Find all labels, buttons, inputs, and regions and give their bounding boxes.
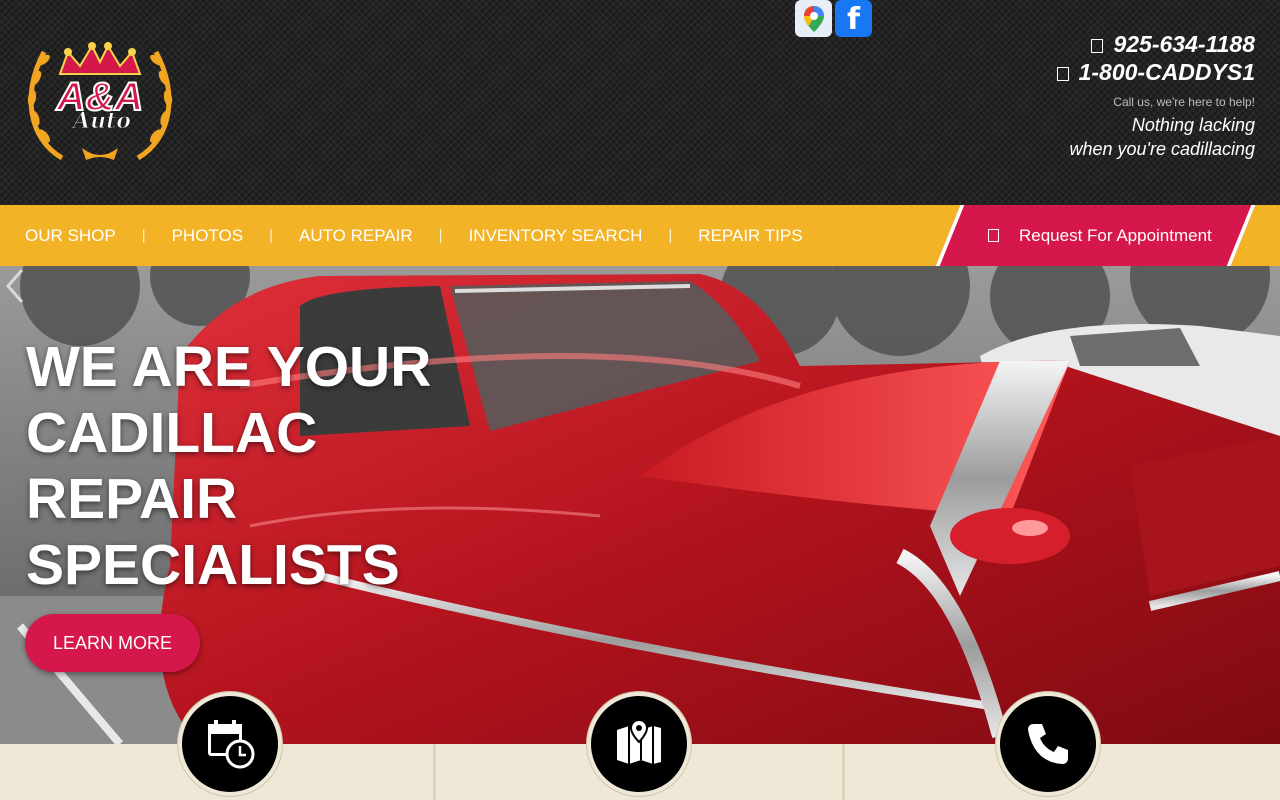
location-feature-button[interactable] bbox=[587, 692, 691, 796]
help-text: Call us, we're here to help! bbox=[1113, 95, 1255, 109]
panel-divider bbox=[842, 744, 845, 800]
request-appointment-label: Request For Appointment bbox=[1019, 225, 1212, 245]
nav-item-photos[interactable]: PHOTOS bbox=[172, 226, 243, 246]
a-and-a-auto-logo[interactable]: A&A Auto bbox=[22, 38, 178, 166]
map-icon bbox=[617, 718, 661, 764]
nav-item-inventory-search[interactable]: INVENTORY SEARCH bbox=[469, 226, 643, 246]
facebook-glyph: f bbox=[846, 2, 861, 37]
facebook-icon[interactable]: f bbox=[835, 0, 872, 37]
phone-line-2[interactable]: 1-800-CADDYS1 bbox=[1056, 58, 1255, 86]
nav-item-our-shop[interactable]: OUR SHOP bbox=[25, 226, 116, 246]
hero-slider: WE ARE YOUR CADILLAC REPAIR SPECIALISTS … bbox=[0, 266, 1280, 744]
hero-title: WE ARE YOUR CADILLAC REPAIR SPECIALISTS bbox=[26, 335, 432, 597]
svg-text:Auto: Auto bbox=[71, 108, 131, 134]
google-maps-icon[interactable] bbox=[795, 0, 832, 37]
panel-divider bbox=[433, 744, 436, 800]
chevron-left-icon[interactable] bbox=[0, 266, 30, 306]
nav-item-repair-tips[interactable]: REPAIR TIPS bbox=[698, 226, 802, 246]
request-appointment-button[interactable]: Request For Appointment bbox=[988, 205, 1212, 266]
mobile-phone-icon bbox=[1056, 67, 1069, 81]
contact-block: 925-634-1188 1-800-CADDYS1 Call us, we'r… bbox=[1056, 30, 1255, 161]
call-feature-button[interactable] bbox=[996, 692, 1100, 796]
nav-separator: | bbox=[438, 227, 443, 244]
learn-more-button[interactable]: LEARN MORE bbox=[25, 614, 200, 672]
phone-icon bbox=[1028, 724, 1068, 764]
mobile-phone-icon bbox=[1091, 39, 1104, 53]
calendar-icon bbox=[988, 229, 999, 242]
nav-item-auto-repair[interactable]: AUTO REPAIR bbox=[299, 226, 413, 246]
hours-feature-button[interactable] bbox=[178, 692, 282, 796]
nav-separator: | bbox=[269, 227, 273, 244]
phone-line-1[interactable]: 925-634-1188 bbox=[1057, 30, 1255, 58]
tagline-line-2: when you're cadillacing bbox=[1069, 139, 1255, 159]
nav-separator: | bbox=[668, 227, 673, 244]
calendar-clock-icon bbox=[208, 720, 255, 769]
nav-separator: | bbox=[141, 227, 146, 244]
phone-number-2[interactable]: 1-800-CADDYS1 bbox=[1079, 59, 1255, 85]
site-header: A&A Auto f 925-634-1188 1-800-CADDYS1 Ca… bbox=[0, 0, 1280, 205]
phone-number-1[interactable]: 925-634-1188 bbox=[1113, 31, 1255, 57]
tagline-line-1: Nothing lacking bbox=[1131, 115, 1255, 135]
